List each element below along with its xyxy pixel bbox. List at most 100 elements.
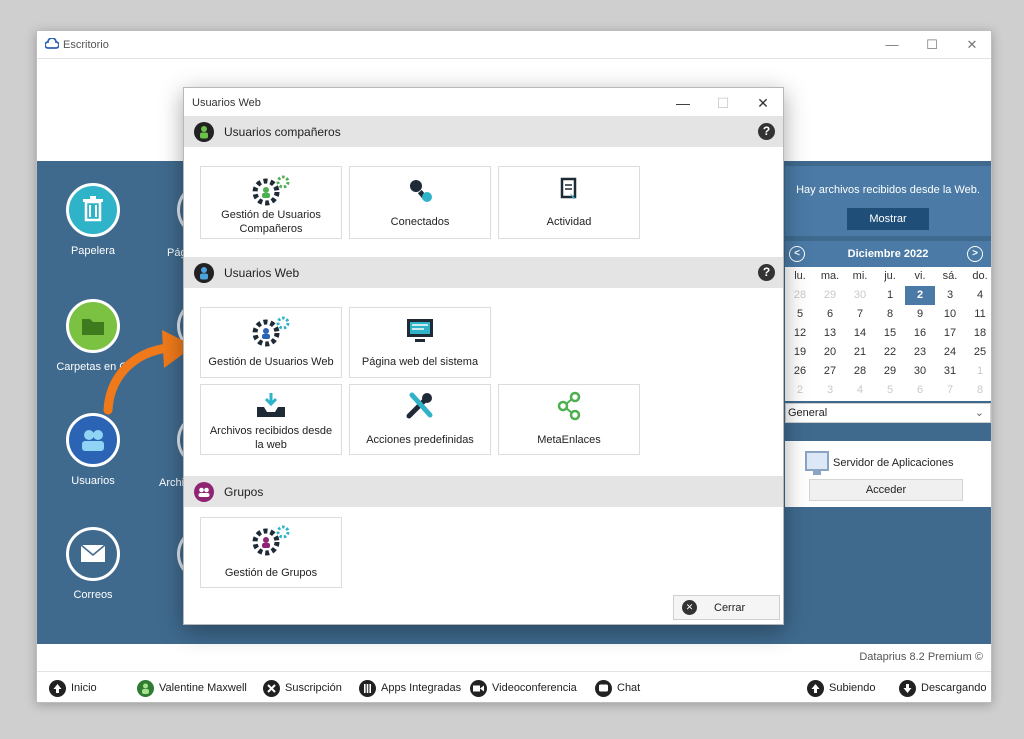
calendar-day[interactable]: 21	[845, 343, 875, 362]
wrench-screwdriver-icon	[406, 392, 433, 419]
web-files-notice: Hay archivos recibidos desde la Web. Mos…	[785, 166, 991, 236]
home-button[interactable]: Inicio	[49, 679, 97, 697]
calendar-day[interactable]: 28	[845, 362, 875, 381]
calendar-weekday: sá.	[942, 270, 958, 282]
uploading-button[interactable]: Subiendo	[807, 679, 876, 697]
tools-icon	[263, 679, 280, 697]
calendar-day[interactable]: 7	[935, 381, 965, 400]
calendar-day[interactable]: 3	[815, 381, 845, 400]
minimize-button[interactable]: —	[877, 35, 907, 55]
calendar-day[interactable]: 24	[935, 343, 965, 362]
dialog-minimize-button[interactable]: —	[668, 92, 698, 114]
prev-month-icon[interactable]: <	[789, 246, 805, 262]
calendar-weekday: do.	[972, 270, 988, 282]
card-gestion-usuarios-web[interactable]: Gestión de Usuarios Web	[200, 307, 342, 378]
calendar-day[interactable]: 3	[935, 286, 965, 305]
section-title: Grupos	[224, 485, 264, 499]
card-gestion-grupos[interactable]: Gestión de Grupos	[200, 517, 342, 588]
video-camera-icon	[470, 679, 487, 697]
card-label: MetaEnlaces	[537, 434, 601, 446]
apps-label: Apps Integradas	[381, 682, 462, 694]
calendar-day[interactable]: 30	[845, 286, 875, 305]
card-gestion-companeros[interactable]: Gestión de Usuarios Compañeros	[200, 166, 342, 239]
calendar-day[interactable]: 29	[815, 286, 845, 305]
calendar-day[interactable]: 4	[845, 381, 875, 400]
calendar-day[interactable]: 18	[965, 324, 991, 343]
section-title: Usuarios compañeros	[224, 125, 341, 139]
calendar-day[interactable]: 5	[785, 305, 815, 324]
card-metaenlaces[interactable]: MetaEnlaces	[498, 384, 640, 455]
card-label: Conectados	[390, 216, 450, 228]
chat-button[interactable]: Chat	[595, 679, 640, 697]
video-label: Videoconferencia	[492, 682, 577, 694]
calendar-day[interactable]: 2	[785, 381, 815, 400]
calendar-day[interactable]: 26	[785, 362, 815, 381]
share-icon	[557, 391, 581, 421]
calendar-day[interactable]: 4	[965, 286, 991, 305]
calendar-day[interactable]: 28	[785, 286, 815, 305]
cerrar-button[interactable]: ✕ Cerrar	[673, 595, 780, 620]
calendar-day[interactable]: 17	[935, 324, 965, 343]
maximize-button[interactable]: ☐	[917, 35, 947, 55]
calendar-day[interactable]: 1	[875, 286, 905, 305]
calendar-day[interactable]: 13	[815, 324, 845, 343]
calendar-select-value: General	[788, 407, 828, 419]
calendar-day[interactable]: 25	[965, 343, 991, 362]
connected-icon	[410, 180, 432, 202]
help-icon[interactable]: ?	[758, 264, 775, 281]
calendar-day[interactable]: 19	[785, 343, 815, 362]
users-icon	[66, 413, 120, 467]
user-button[interactable]: Valentine Maxwell	[137, 679, 247, 697]
section-title: Usuarios Web	[224, 266, 300, 280]
desktop-icon-correos[interactable]: Correos	[37, 527, 149, 601]
calendar-day[interactable]: 10	[935, 305, 965, 324]
calendar-day[interactable]: 27	[815, 362, 845, 381]
calendar-day[interactable]: 5	[875, 381, 905, 400]
calendar-day[interactable]: 15	[875, 324, 905, 343]
video-button[interactable]: Videoconferencia	[470, 679, 577, 697]
calendar-day[interactable]: 30	[905, 362, 935, 381]
apps-icon	[359, 679, 376, 697]
calendar-day[interactable]: 11	[965, 305, 991, 324]
downloading-button[interactable]: Descargando	[899, 679, 986, 697]
card-conectados[interactable]: Conectados	[349, 166, 491, 239]
card-acciones-predefinidas[interactable]: Acciones predefinidas	[349, 384, 491, 455]
calendar-day[interactable]: 1	[965, 362, 991, 381]
subscription-label: Suscripción	[285, 682, 342, 694]
calendar-day[interactable]: 12	[785, 324, 815, 343]
desktop-icon-usuarios[interactable]: Usuarios	[37, 413, 149, 487]
help-icon[interactable]: ?	[758, 123, 775, 140]
calendar-day[interactable]: 20	[815, 343, 845, 362]
card-actividad[interactable]: Actividad	[498, 166, 640, 239]
calendar-day[interactable]: 8	[875, 305, 905, 324]
calendar-day[interactable]: 29	[875, 362, 905, 381]
calendar-day[interactable]: 31	[935, 362, 965, 381]
access-button[interactable]: Acceder	[809, 479, 963, 501]
home-label: Inicio	[71, 682, 97, 694]
next-month-icon[interactable]: >	[967, 246, 983, 262]
calendar-day[interactable]: 8	[965, 381, 991, 400]
close-button[interactable]: ✕	[957, 35, 987, 55]
card-archivos-recibidos[interactable]: Archivos recibidos desde la web	[200, 384, 342, 455]
calendar-days: 28 29 30 1 2 3 4 5 6 7 8 9 10 11 12 13 14 15 16 17 18 19 20 21 2…	[785, 286, 991, 400]
dialog-close-button[interactable]: ✕	[748, 92, 778, 114]
card-label: Gestión de Usuarios Compañeros	[221, 209, 321, 235]
desktop-icon-papelera[interactable]: Papelera	[37, 183, 149, 257]
dialog-maximize-button[interactable]: ☐	[708, 92, 738, 114]
monitor-icon	[407, 319, 433, 342]
apps-button[interactable]: Apps Integradas	[359, 679, 461, 697]
calendar-day[interactable]: 7	[845, 305, 875, 324]
card-pagina-web[interactable]: Página web del sistema	[349, 307, 491, 378]
calendar-day[interactable]: 9	[905, 305, 935, 324]
calendar-day[interactable]: 14	[845, 324, 875, 343]
subscription-button[interactable]: Suscripción	[263, 679, 342, 697]
calendar-day[interactable]: 16	[905, 324, 935, 343]
calendar-day[interactable]: 6	[905, 381, 935, 400]
calendar-select[interactable]: General ⌄	[785, 403, 991, 423]
calendar-day[interactable]: 2	[905, 286, 935, 305]
show-button[interactable]: Mostrar	[847, 208, 929, 230]
calendar-day[interactable]: 6	[815, 305, 845, 324]
calendar-day[interactable]: 23	[905, 343, 935, 362]
calendar-day[interactable]: 22	[875, 343, 905, 362]
gear-user-icon	[252, 316, 290, 347]
